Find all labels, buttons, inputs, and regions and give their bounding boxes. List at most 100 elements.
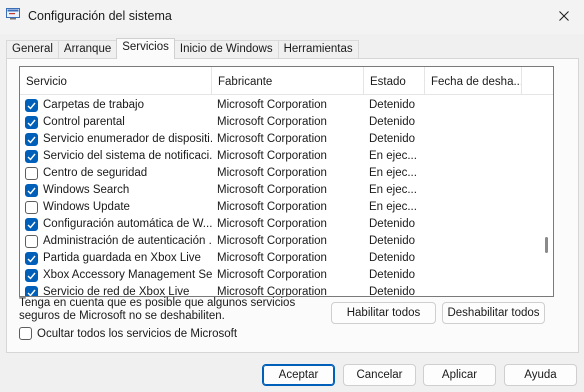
service-name: Control parental xyxy=(43,116,125,128)
service-status: En ejec... xyxy=(369,184,417,196)
service-status: Detenido xyxy=(369,116,416,128)
service-name: Servicio enumerador de dispositi... xyxy=(43,133,212,145)
service-row[interactable]: Configuración automática de W... Microsof… xyxy=(20,216,540,233)
service-name-cell: Servicio del sistema de notificaci... xyxy=(20,148,212,165)
service-checkbox[interactable] xyxy=(25,201,38,214)
service-manufacturer: Microsoft Corporation xyxy=(217,184,327,196)
service-row[interactable]: Windows Update Microsoft Corporation En ej… xyxy=(20,199,540,216)
service-manufacturer: Microsoft Corporation xyxy=(217,116,327,128)
column-header-disable-date[interactable]: Fecha de desha... xyxy=(425,67,522,95)
tab-inicio-de-windows[interactable]: Inicio de Windows xyxy=(173,40,279,59)
service-row[interactable]: Windows Search Microsoft Corporation En ej… xyxy=(20,182,540,199)
service-manufacturer: Microsoft Corporation xyxy=(217,252,327,264)
service-name-cell: Xbox Accessory Management Se... xyxy=(20,267,212,284)
enable-all-button[interactable]: Habilitar todos xyxy=(331,302,436,324)
accept-button[interactable]: Aceptar xyxy=(262,364,335,386)
vertical-scrollbar[interactable] xyxy=(543,97,551,292)
service-name-cell: Carpetas de trabajo xyxy=(20,97,212,114)
service-checkbox[interactable] xyxy=(25,99,38,112)
service-name: Partida guardada en Xbox Live xyxy=(43,252,201,264)
service-name: Carpetas de trabajo xyxy=(43,99,145,111)
service-manufacturer: Microsoft Corporation xyxy=(217,133,327,145)
service-name-cell: Control parental xyxy=(20,114,212,131)
service-checkbox[interactable] xyxy=(25,286,38,296)
title-bar: Configuración del sistema xyxy=(0,0,584,34)
service-status: Detenido xyxy=(369,99,416,111)
service-manufacturer: Microsoft Corporation xyxy=(217,201,327,213)
close-icon[interactable] xyxy=(554,6,574,26)
service-row[interactable]: Partida guardada en Xbox Live Microsoft C… xyxy=(20,250,540,267)
services-list[interactable]: Servicio Fabricante Estado Fecha de desh… xyxy=(19,66,554,297)
service-manufacturer: Microsoft Corporation xyxy=(217,269,327,281)
help-button[interactable]: Ayuda xyxy=(504,364,577,386)
service-status: Detenido xyxy=(369,133,416,145)
service-name: Windows Update xyxy=(43,201,130,213)
column-header-service[interactable]: Servicio xyxy=(20,67,212,95)
service-status: Detenido xyxy=(369,286,416,297)
service-name: Administración de autenticación ... xyxy=(43,235,212,247)
hide-microsoft-label: Ocultar todos los servicios de Microsoft xyxy=(37,327,238,340)
service-checkbox[interactable] xyxy=(25,133,38,146)
service-status: Detenido xyxy=(369,218,416,230)
service-name: Centro de seguridad xyxy=(43,167,148,179)
tab-arranque[interactable]: Arranque xyxy=(57,40,118,59)
service-name: Xbox Accessory Management Se... xyxy=(43,269,212,281)
service-row[interactable]: Servicio de red de Xbox Live Microsoft Co… xyxy=(20,284,540,297)
service-manufacturer: Microsoft Corporation xyxy=(217,99,327,111)
service-name-cell: Servicio enumerador de dispositi... xyxy=(20,131,212,148)
service-row[interactable]: Xbox Accessory Management Se... Microsoft… xyxy=(20,267,540,284)
apply-button[interactable]: Aplicar xyxy=(423,364,496,386)
service-row[interactable]: Servicio del sistema de notificaci... Mic… xyxy=(20,148,540,165)
column-header-manufacturer[interactable]: Fabricante xyxy=(212,67,364,95)
service-manufacturer: Microsoft Corporation xyxy=(217,167,327,179)
service-name: Servicio del sistema de notificaci... xyxy=(43,150,212,162)
tab-strip: General Arranque Servicios Inicio de Win… xyxy=(6,38,359,59)
service-name: Windows Search xyxy=(43,184,130,196)
cancel-button[interactable]: Cancelar xyxy=(343,364,416,386)
service-manufacturer: Microsoft Corporation xyxy=(217,218,327,230)
service-checkbox[interactable] xyxy=(25,116,38,129)
tab-servicios[interactable]: Servicios xyxy=(116,38,175,59)
service-checkbox[interactable] xyxy=(25,252,38,265)
service-checkbox[interactable] xyxy=(25,150,38,163)
service-status: Detenido xyxy=(369,252,416,264)
service-status: En ejec... xyxy=(369,201,417,213)
service-status: Detenido xyxy=(369,269,416,281)
service-checkbox[interactable] xyxy=(25,269,38,282)
service-rows: Carpetas de trabajo Microsoft Corporation… xyxy=(20,97,540,297)
service-name-cell: Windows Update xyxy=(20,199,212,216)
service-manufacturer: Microsoft Corporation xyxy=(217,235,327,247)
system-config-icon xyxy=(6,8,20,20)
service-manufacturer: Microsoft Corporation xyxy=(217,286,327,297)
service-row[interactable]: Administración de autenticación ... Micro… xyxy=(20,233,540,250)
service-name-cell: Windows Search xyxy=(20,182,212,199)
service-name: Configuración automática de W... xyxy=(43,218,212,230)
service-checkbox[interactable] xyxy=(25,167,38,180)
service-checkbox[interactable] xyxy=(25,218,38,231)
service-name: Servicio de red de Xbox Live xyxy=(43,286,190,297)
tab-general[interactable]: General xyxy=(6,40,59,59)
service-row[interactable]: Control parental Microsoft Corporation Det… xyxy=(20,114,540,131)
service-status: En ejec... xyxy=(369,150,417,162)
list-header: Servicio Fabricante Estado Fecha de desh… xyxy=(20,67,553,95)
service-manufacturer: Microsoft Corporation xyxy=(217,150,327,162)
service-checkbox[interactable] xyxy=(25,184,38,197)
service-checkbox[interactable] xyxy=(25,235,38,248)
disable-all-button[interactable]: Deshabilitar todos xyxy=(442,302,545,324)
service-row[interactable]: Servicio enumerador de dispositi... Micro… xyxy=(20,131,540,148)
hide-microsoft-checkbox[interactable] xyxy=(19,327,32,340)
microsoft-services-note: Tenga en cuenta que es posible que algun… xyxy=(19,297,296,322)
column-header-status[interactable]: Estado xyxy=(364,67,425,95)
service-status: Detenido xyxy=(369,235,416,247)
hide-microsoft-row[interactable]: Ocultar todos los servicios de Microsoft xyxy=(19,327,237,340)
service-name-cell: Centro de seguridad xyxy=(20,165,212,182)
window-title: Configuración del sistema xyxy=(28,9,172,23)
service-row[interactable]: Carpetas de trabajo Microsoft Corporation… xyxy=(20,97,540,114)
service-name-cell: Administración de autenticación ... xyxy=(20,233,212,250)
service-name-cell: Partida guardada en Xbox Live xyxy=(20,250,212,267)
service-name-cell: Configuración automática de W... xyxy=(20,216,212,233)
tab-herramientas[interactable]: Herramientas xyxy=(277,40,359,59)
scrollbar-thumb[interactable] xyxy=(545,237,548,253)
service-row[interactable]: Centro de seguridad Microsoft Corporation… xyxy=(20,165,540,182)
services-panel: Servicio Fabricante Estado Fecha de desh… xyxy=(6,58,579,353)
